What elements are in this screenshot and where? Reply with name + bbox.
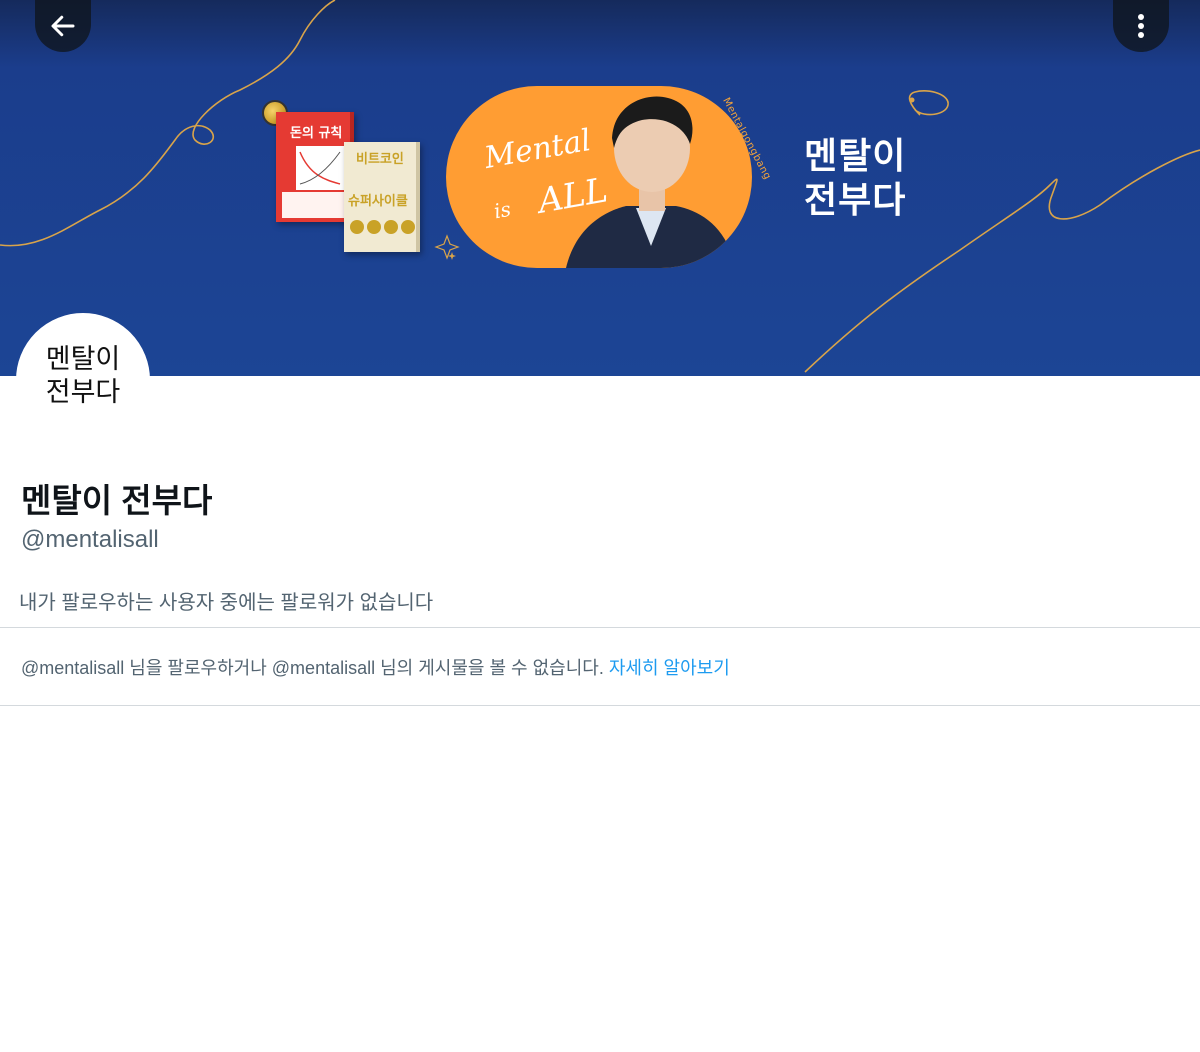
banner-title-line2: 전부다 xyxy=(804,179,907,220)
avatar[interactable]: 멘탈이 전부다 xyxy=(16,313,150,447)
banner-title: 멘탈이 전부다 xyxy=(804,134,906,222)
book1-title: 돈의 규칙 xyxy=(290,126,343,141)
banner-portrait-pill: Mental is ALL xyxy=(446,86,752,268)
banner-title-line1: 멘탈이 xyxy=(804,135,907,176)
person-portrait xyxy=(566,96,736,268)
blocked-notice-text: @mentalisall 님을 팔로우하거나 @mentalisall 님의 게… xyxy=(21,658,609,678)
divider xyxy=(0,705,1200,706)
book2-subtitle: 슈퍼사이클 xyxy=(348,194,408,209)
more-vertical-icon xyxy=(1138,14,1144,38)
book2-title: 비트코인 xyxy=(356,152,404,167)
profile-banner[interactable]: 돈의 규칙 비트코인 슈퍼사이클 Mental is ALL Mentalgon… xyxy=(0,0,1200,376)
blocked-notice: @mentalisall 님을 팔로우하거나 @mentalisall 님의 게… xyxy=(21,654,730,680)
profile-handle: @mentalisall xyxy=(21,526,159,553)
avatar-text: 멘탈이 전부다 xyxy=(46,343,121,409)
avatar-line2: 전부다 xyxy=(45,377,121,408)
followers-you-know-note[interactable]: 내가 팔로우하는 사용자 중에는 팔로워가 없습니다 xyxy=(19,586,433,615)
divider xyxy=(0,627,1200,628)
book-cover-bitcoin: 비트코인 슈퍼사이클 xyxy=(344,142,420,252)
avatar-line1: 멘탈이 xyxy=(45,344,121,375)
learn-more-link[interactable]: 자세히 알아보기 xyxy=(609,658,730,678)
arrow-left-icon xyxy=(51,15,75,37)
book1-lower-panel xyxy=(282,192,346,218)
book1-chart-image xyxy=(296,146,344,190)
book2-badges xyxy=(350,220,415,234)
book-cover-money-rules: 돈의 규칙 xyxy=(276,112,354,222)
profile-name: 멘탈이 전부다 xyxy=(21,482,213,519)
